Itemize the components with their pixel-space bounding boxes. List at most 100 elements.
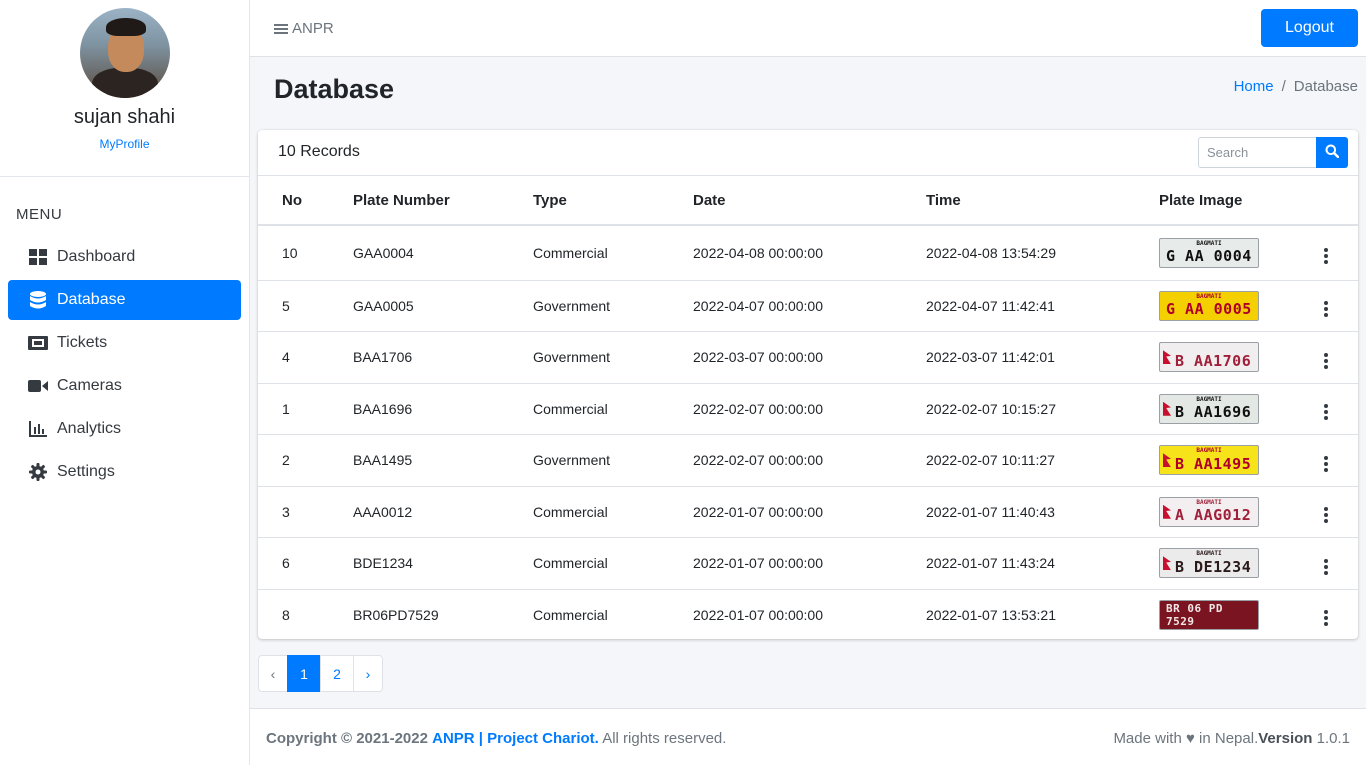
search-input[interactable] — [1198, 137, 1316, 168]
plate-image[interactable]: BAGMATI G AA 0005 — [1159, 290, 1259, 321]
table-row[interactable]: 8 BR06PD7529 Commercial 2022-01-07 00:00:00… — [258, 589, 1358, 639]
more-options-icon[interactable] — [1319, 608, 1333, 628]
plate-image[interactable]: BAGMATI B AA1696 — [1159, 393, 1259, 424]
table-row[interactable]: 1 BAA1696 Commercial 2022-02-07 00:00:00 202… — [258, 383, 1358, 435]
database-icon — [28, 290, 48, 310]
cell-type: Commercial — [533, 589, 693, 639]
avatar[interactable] — [79, 8, 170, 98]
sidebar-item-label: Dashboard — [57, 248, 136, 265]
plate-image-text: B DE1234 — [1175, 557, 1252, 576]
cell-date: 2022-01-07 00:00:00 — [693, 486, 926, 538]
plate-image[interactable]: B AA1706 — [1159, 342, 1259, 373]
menu-toggle[interactable]: ANPR — [274, 20, 334, 37]
cell-time: 2022-02-07 10:11:27 — [926, 434, 1159, 487]
search-icon — [1325, 144, 1340, 161]
search-button[interactable] — [1316, 137, 1348, 168]
plate-image-text: BR 06 PD 7529 — [1166, 601, 1223, 628]
cell-date: 2022-02-07 00:00:00 — [693, 434, 926, 487]
logout-button[interactable]: Logout — [1261, 9, 1358, 47]
footer-version: Made with ♥ in Nepal.Version 1.0.1 — [1113, 730, 1350, 747]
table-row[interactable]: 10 GAA0004 Commercial 2022-04-08 00:00:00 20… — [258, 225, 1358, 281]
cell-plate-image: BAGMATI G AA 0004 — [1159, 225, 1309, 281]
cell-plate-image: BAGMATI G AA 0005 — [1159, 280, 1309, 332]
cell-date: 2022-04-07 00:00:00 — [693, 280, 926, 332]
cell-actions — [1309, 486, 1358, 538]
header-plate-number[interactable]: Plate Number — [353, 176, 533, 226]
card-header: 10 Records — [258, 130, 1358, 176]
pagination: ‹ 1 2 › — [258, 655, 383, 692]
table-header-row: No Plate Number Type Date Time Plate Ima… — [258, 176, 1358, 226]
more-options-icon[interactable] — [1319, 299, 1333, 319]
cell-plate-number: BAA1495 — [353, 434, 533, 487]
cell-time: 2022-01-07 11:43:24 — [926, 537, 1159, 590]
page-title: Database — [274, 74, 395, 104]
plate-province: BAGMATI — [1196, 498, 1222, 506]
cell-type: Commercial — [533, 537, 693, 590]
sidebar-item-dashboard[interactable]: Dashboard — [8, 237, 241, 277]
sidebar-item-settings[interactable]: Settings — [8, 452, 241, 492]
dashboard-icon — [28, 247, 48, 267]
nepal-flag-icon — [1163, 350, 1171, 365]
project-link[interactable]: ANPR | Project Chariot. — [432, 730, 599, 747]
table-row[interactable]: 2 BAA1495 Government 2022-02-07 00:00:00 202… — [258, 434, 1358, 487]
cell-actions — [1309, 383, 1358, 435]
sidebar: sujan shahi MyProfile MENU Dashboard Dat… — [0, 0, 250, 765]
plate-image[interactable]: BAGMATI B AA1495 — [1159, 445, 1259, 476]
footer: Copyright © 2021-2022 ANPR | Project Cha… — [250, 708, 1366, 765]
sidebar-item-tickets[interactable]: Tickets — [8, 323, 241, 363]
more-options-icon[interactable] — [1319, 351, 1333, 371]
table-row[interactable]: 3 AAA0012 Commercial 2022-01-07 00:00:00 202… — [258, 486, 1358, 538]
cell-date: 2022-04-08 00:00:00 — [693, 225, 926, 281]
sidebar-item-cameras[interactable]: Cameras — [8, 366, 241, 406]
header-time[interactable]: Time — [926, 176, 1159, 226]
records-card: 10 Records No Plate Number Type Date Tim… — [258, 130, 1358, 639]
header-date[interactable]: Date — [693, 176, 926, 226]
breadcrumb-home-link[interactable]: Home — [1234, 78, 1274, 95]
more-options-icon[interactable] — [1319, 402, 1333, 422]
cell-time: 2022-04-07 11:42:41 — [926, 280, 1159, 332]
header-actions — [1309, 176, 1358, 226]
plate-image[interactable]: BAGMATI A AAG012 — [1159, 496, 1259, 527]
rights-text: All rights reserved. — [602, 730, 727, 747]
sidebar-item-analytics[interactable]: Analytics — [8, 409, 241, 449]
version-number: 1.0.1 — [1316, 730, 1350, 747]
sidebar-item-database[interactable]: Database — [8, 280, 241, 320]
more-options-icon[interactable] — [1319, 505, 1333, 525]
pagination-prev[interactable]: ‹ — [258, 655, 288, 692]
pagination-page-2[interactable]: 2 — [320, 655, 354, 692]
more-options-icon[interactable] — [1319, 246, 1333, 266]
footer-copyright: Copyright © 2021-2022 ANPR | Project Cha… — [266, 730, 726, 747]
table-row[interactable]: 5 GAA0005 Government 2022-04-07 00:00:00 202… — [258, 280, 1358, 332]
cell-date: 2022-02-07 00:00:00 — [693, 383, 926, 435]
cell-actions — [1309, 331, 1358, 384]
nepal-flag-icon — [1163, 556, 1171, 571]
more-options-icon[interactable] — [1319, 557, 1333, 577]
plate-image-text: A AAG012 — [1175, 506, 1252, 525]
plate-image[interactable]: BAGMATI G AA 0004 — [1159, 237, 1259, 268]
topbar: ANPR Logout — [250, 0, 1366, 57]
nepal-flag-icon — [1163, 453, 1171, 468]
plate-image[interactable]: BR 06 PD 7529 — [1159, 599, 1259, 630]
pagination-next[interactable]: › — [353, 655, 383, 692]
hamburger-icon — [274, 22, 288, 36]
pagination-page-1[interactable]: 1 — [287, 655, 321, 692]
table-row[interactable]: 6 BDE1234 Commercial 2022-01-07 00:00:00 202… — [258, 537, 1358, 590]
header-no[interactable]: No — [258, 176, 353, 226]
cell-plate-image: BAGMATI B AA1495 — [1159, 434, 1309, 487]
gear-icon — [28, 462, 48, 482]
my-profile-link[interactable]: MyProfile — [99, 137, 149, 151]
plate-image[interactable]: BAGMATI B DE1234 — [1159, 548, 1259, 579]
more-options-icon[interactable] — [1319, 454, 1333, 474]
cell-plate-image: BAGMATI B AA1696 — [1159, 383, 1309, 435]
header-type[interactable]: Type — [533, 176, 693, 226]
cell-plate-number: BDE1234 — [353, 537, 533, 590]
menu-title: MENU — [16, 206, 63, 223]
breadcrumb: Home / Database — [1234, 78, 1358, 95]
cell-plate-number: GAA0005 — [353, 280, 533, 332]
table-row[interactable]: 4 BAA1706 Government 2022-03-07 00:00:00 202… — [258, 331, 1358, 384]
cell-plate-number: AAA0012 — [353, 486, 533, 538]
sidebar-item-label: Database — [57, 291, 126, 308]
cell-plate-image: BAGMATI B DE1234 — [1159, 537, 1309, 590]
cell-type: Commercial — [533, 383, 693, 435]
cell-plate-number: BAA1696 — [353, 383, 533, 435]
